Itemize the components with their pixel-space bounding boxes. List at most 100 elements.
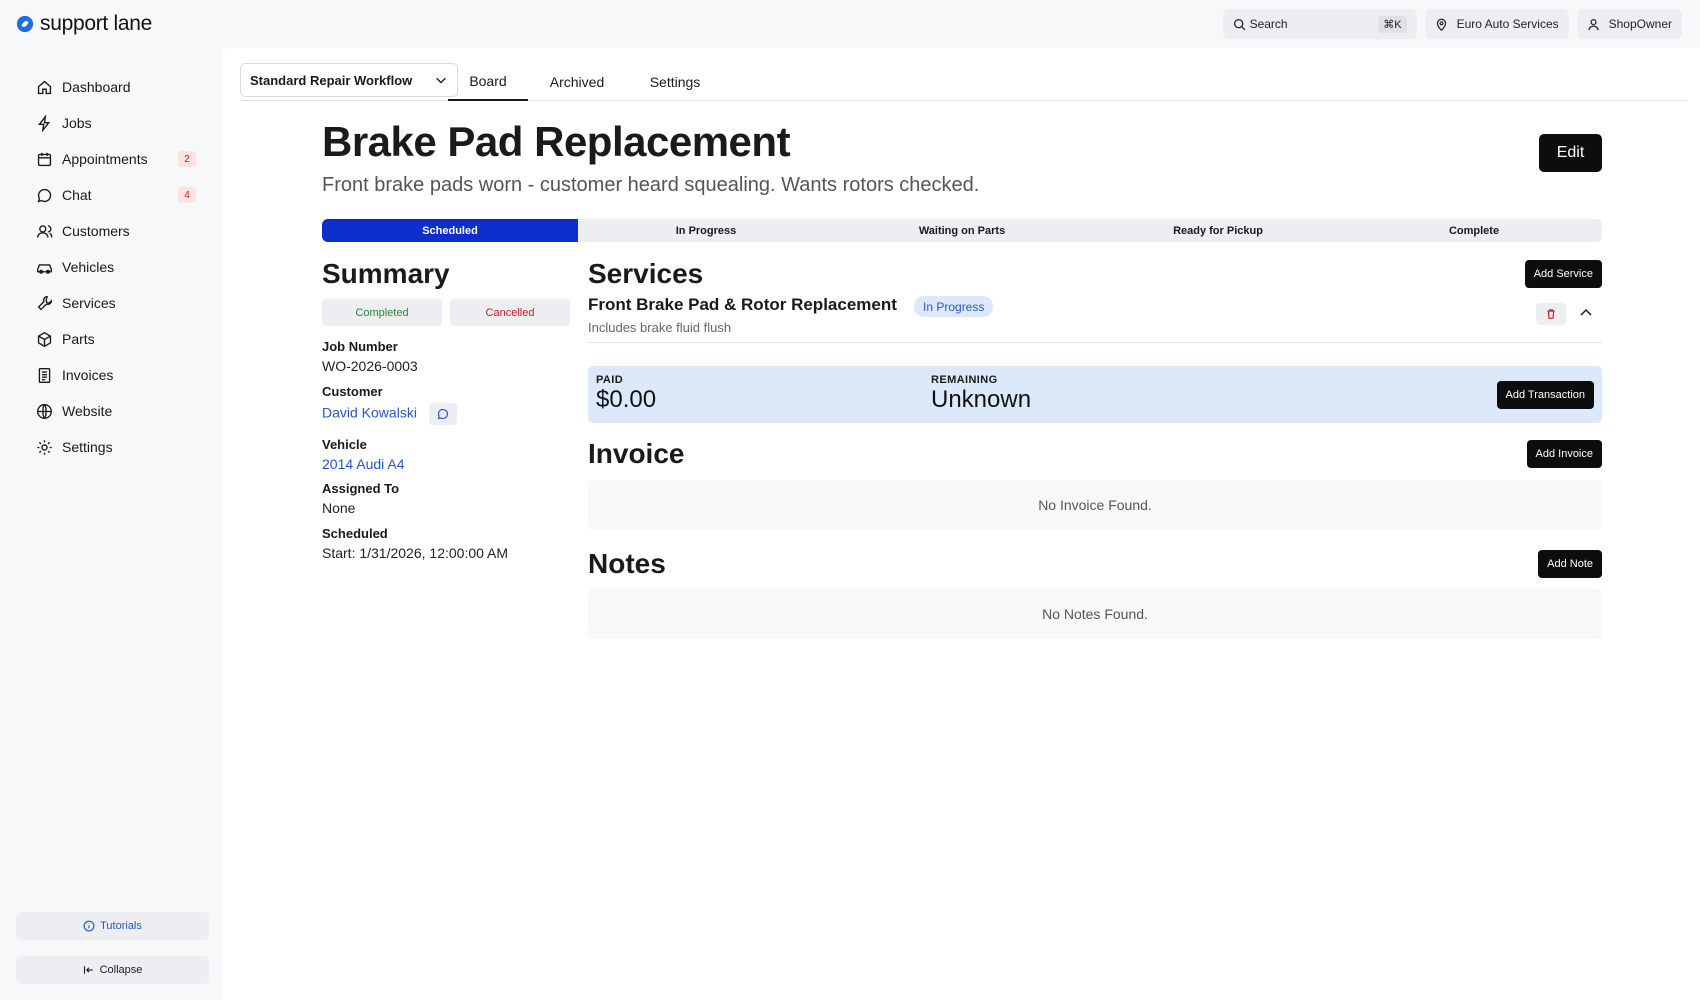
invoice-title: Invoice: [588, 438, 685, 469]
payment-summary: PAID $0.00 REMAINING Unknown Add Transac…: [588, 366, 1602, 423]
paid-label: PAID: [596, 374, 624, 386]
add-transaction-button[interactable]: Add Transaction: [1496, 381, 1594, 409]
mark-cancelled-button[interactable]: Cancelled: [450, 299, 570, 326]
invoice-empty-state: No Invoice Found.: [588, 480, 1602, 530]
notes-title: Notes: [588, 548, 666, 579]
job-number-field: Job Number WO-2026-0003: [322, 339, 418, 374]
sidebar-item-label: Jobs: [62, 115, 92, 131]
job-description: Front brake pads worn - customer heard s…: [322, 174, 980, 196]
users-icon: [37, 224, 53, 238]
sidebar-item-customers[interactable]: Customers: [36, 213, 196, 249]
chevron-up-icon[interactable]: [1578, 305, 1594, 321]
delete-service-button[interactable]: [1536, 303, 1566, 325]
service-status-badge: In Progress: [914, 296, 994, 317]
box-icon: [37, 331, 52, 347]
vehicle-link[interactable]: 2014 Audi A4: [322, 456, 405, 472]
page-title: Brake Pad Replacement: [322, 118, 791, 165]
tutorials-label: Tutorials: [100, 920, 142, 932]
chevron-down-icon: [436, 77, 446, 84]
home-icon: [37, 80, 52, 94]
sidebar-nav: Dashboard Jobs Appointments 2 Chat 4 Cus…: [36, 69, 196, 465]
scheduled-field: Scheduled Start: 1/31/2026, 12:00:00 AM: [322, 526, 508, 561]
car-icon: [37, 263, 52, 274]
sidebar-item-jobs[interactable]: Jobs: [36, 105, 196, 141]
location-button[interactable]: Euro Auto Services: [1424, 9, 1569, 39]
summary-panel: Summary Completed Cancelled Job Number W…: [322, 258, 572, 561]
sidebar-item-invoices[interactable]: Invoices: [36, 357, 196, 393]
wrench-icon: [37, 295, 52, 310]
vehicle-label: Vehicle: [322, 437, 367, 452]
search-label: Search: [1249, 17, 1288, 31]
sidebar-item-website[interactable]: Website: [36, 393, 196, 429]
add-invoice-button[interactable]: Add Invoice: [1526, 440, 1602, 468]
services-title: Services: [588, 258, 704, 289]
receipt-icon: [38, 367, 51, 383]
sidebar-item-label: Website: [62, 403, 113, 419]
service-description: Includes brake fluid flush: [588, 320, 732, 335]
paid-value: $0.00: [596, 386, 657, 413]
message-customer-button[interactable]: [428, 403, 457, 425]
job-number-label: Job Number: [322, 339, 398, 354]
remaining-label: REMAINING: [931, 374, 998, 386]
search-icon: [1233, 18, 1245, 30]
edit-button[interactable]: Edit: [1539, 134, 1602, 172]
workflow-select-value: Standard Repair Workflow: [250, 72, 413, 88]
sidebar-item-services[interactable]: Services: [36, 285, 196, 321]
chat-icon: [37, 188, 52, 202]
customer-field: Customer David Kowalski: [322, 384, 457, 425]
tab-archived[interactable]: Archived: [540, 63, 614, 101]
sidebar-item-appointments[interactable]: Appointments 2: [36, 141, 196, 177]
sidebar-item-parts[interactable]: Parts: [36, 321, 196, 357]
sidebar-item-vehicles[interactable]: Vehicles: [36, 249, 196, 285]
step-complete[interactable]: Complete: [1346, 219, 1602, 242]
sidebar-item-label: Services: [62, 295, 116, 311]
brand[interactable]: support lane: [16, 12, 152, 36]
collapse-button[interactable]: Collapse: [16, 956, 209, 984]
sidebar-item-label: Chat: [62, 187, 92, 203]
sidebar-item-label: Vehicles: [62, 259, 115, 275]
tab-board[interactable]: Board: [448, 63, 528, 101]
sidebar-item-label: Appointments: [62, 151, 148, 167]
user-label: ShopOwner: [1608, 17, 1672, 31]
sidebar-item-chat[interactable]: Chat 4: [36, 177, 196, 213]
globe-icon: [37, 403, 52, 419]
mark-completed-button[interactable]: Completed: [322, 299, 442, 326]
location-label: Euro Auto Services: [1456, 17, 1559, 31]
bolt-icon: [38, 114, 51, 132]
remaining-block: REMAINING Unknown: [931, 374, 1031, 413]
notes-empty-state: No Notes Found.: [588, 589, 1602, 639]
status-stepper: Scheduled In Progress Waiting on Parts R…: [322, 219, 1602, 242]
trash-icon: [1547, 309, 1555, 319]
service-row: Front Brake Pad & Rotor Replacement In P…: [588, 295, 1602, 343]
chat-count-badge: 4: [178, 187, 196, 203]
search-button[interactable]: Search ⌘K: [1222, 9, 1417, 39]
step-in-progress[interactable]: In Progress: [578, 219, 834, 242]
search-shortcut: ⌘K: [1378, 15, 1407, 33]
add-service-button[interactable]: Add Service: [1524, 260, 1602, 288]
sidebar-item-label: Dashboard: [62, 79, 131, 95]
map-pin-icon: [1436, 18, 1446, 31]
paid-block: PAID $0.00: [596, 374, 656, 413]
sidebar-item-label: Settings: [62, 439, 113, 455]
step-ready-for-pickup[interactable]: Ready for Pickup: [1090, 219, 1346, 242]
sidebar-item-settings[interactable]: Settings: [36, 429, 196, 465]
add-note-button[interactable]: Add Note: [1538, 550, 1602, 578]
sidebar-item-dashboard[interactable]: Dashboard: [36, 69, 196, 105]
collapse-label: Collapse: [99, 964, 143, 976]
top-bar: support lane Search ⌘K Euro Auto Service…: [0, 0, 1700, 48]
user-menu-button[interactable]: ShopOwner: [1576, 9, 1682, 39]
info-icon: [83, 920, 95, 932]
tutorials-button[interactable]: Tutorials: [16, 912, 209, 940]
calendar-icon: [37, 152, 52, 166]
step-waiting-on-parts[interactable]: Waiting on Parts: [834, 219, 1090, 242]
collapse-left-icon: [83, 966, 93, 974]
customer-link[interactable]: David Kowalski: [322, 405, 417, 421]
job-number-value: WO-2026-0003: [322, 358, 418, 374]
step-scheduled[interactable]: Scheduled: [322, 219, 578, 242]
assigned-field: Assigned To None: [322, 481, 399, 516]
scheduled-value: Start: 1/31/2026, 12:00:00 AM: [322, 545, 509, 561]
chat-icon: [437, 408, 448, 420]
tab-settings[interactable]: Settings: [640, 63, 710, 101]
workflow-select[interactable]: Standard Repair Workflow: [240, 63, 458, 97]
brand-logo-icon: [16, 15, 34, 33]
